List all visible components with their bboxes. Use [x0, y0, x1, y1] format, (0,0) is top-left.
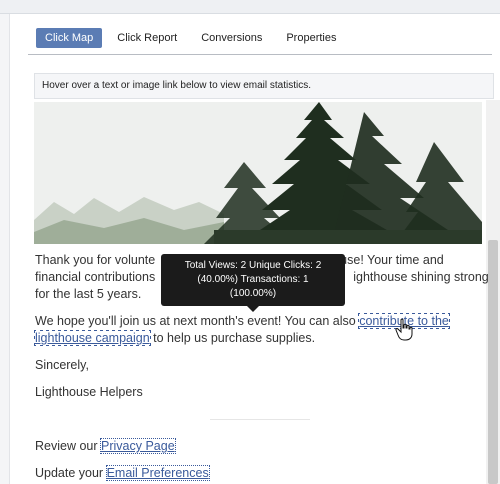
tooltip-line2: (40.00%) Transactions: 1 — [197, 274, 309, 285]
click-stats-tooltip: Total Views: 2 Unique Clicks: 2 (40.00%)… — [161, 254, 345, 312]
signature-text: Lighthouse Helpers — [35, 385, 143, 399]
tab-click-report[interactable]: Click Report — [108, 28, 186, 48]
tooltip-line1: Total Views: 2 Unique Clicks: 2 — [184, 260, 322, 271]
hand-cursor-icon — [395, 318, 413, 341]
footer-divider — [210, 419, 310, 420]
hover-hint: Hover over a text or image link below to… — [34, 73, 494, 99]
paragraph-event: We hope you'll join us at next month's e… — [34, 313, 450, 346]
report-tabs: Click Map Click Report Conversions Prope… — [36, 27, 351, 49]
sincerely-text: Sincerely, — [35, 358, 89, 372]
privacy-page-link[interactable]: Privacy Page — [100, 438, 176, 454]
tab-properties[interactable]: Properties — [277, 28, 345, 48]
tab-conversions[interactable]: Conversions — [192, 28, 271, 48]
review-privacy-line: Review our Privacy Page — [35, 438, 176, 454]
scrollbar-thumb[interactable] — [488, 240, 498, 484]
paragraph-thanks-line3: for the last 5 years. — [35, 287, 142, 301]
email-scrollbar[interactable] — [486, 100, 500, 484]
email-hero-image[interactable] — [34, 102, 482, 244]
pine-tree-image — [34, 102, 482, 244]
tab-click-map[interactable]: Click Map — [36, 28, 103, 48]
email-preferences-link[interactable]: Email Preferences — [105, 465, 210, 481]
left-panel-edge — [0, 14, 10, 484]
tabs-divider — [28, 54, 492, 55]
top-bar — [0, 0, 500, 14]
tooltip-line3: (100.00%) — [229, 288, 277, 299]
update-preferences-line: Update your Email Preferences — [35, 465, 210, 481]
